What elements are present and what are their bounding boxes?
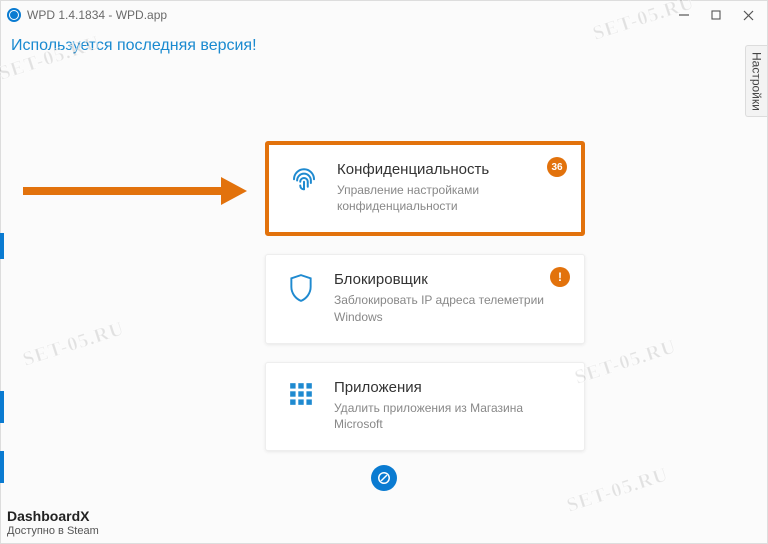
- app-logo-icon: [7, 8, 21, 22]
- status-message: Используется последняя версия!: [1, 29, 767, 69]
- titlebar-left: WPD 1.4.1834 - WPD.app: [7, 8, 167, 22]
- card-title: Приложения: [334, 379, 566, 396]
- minimize-button[interactable]: [677, 8, 691, 22]
- app-logo-large-icon[interactable]: [371, 465, 397, 491]
- sidebar-stripe: [0, 451, 4, 483]
- card-desc: Управление настройками конфиденциальност…: [337, 182, 563, 214]
- cards-column: Конфиденциальность Управление настройкам…: [265, 141, 585, 451]
- card-apps[interactable]: Приложения Удалить приложения из Магазин…: [265, 362, 585, 451]
- shield-icon: [284, 271, 318, 324]
- footer-brand: DashboardX: [7, 508, 99, 526]
- fingerprint-icon: [287, 161, 321, 214]
- count-badge: 36: [547, 157, 567, 177]
- maximize-button[interactable]: [709, 8, 723, 22]
- card-title: Конфиденциальность: [337, 161, 563, 178]
- warning-badge: !: [550, 267, 570, 287]
- main-content: Конфиденциальность Управление настройкам…: [1, 69, 767, 511]
- card-title: Блокировщик: [334, 271, 566, 288]
- card-privacy[interactable]: Конфиденциальность Управление настройкам…: [265, 141, 585, 236]
- close-button[interactable]: [741, 8, 755, 22]
- sidebar-stripe: [0, 391, 4, 423]
- card-text: Блокировщик Заблокировать IP адреса теле…: [334, 271, 566, 324]
- footer-sub: Доступно в Steam: [7, 525, 99, 539]
- annotation-arrow-icon: [23, 173, 247, 209]
- card-text: Конфиденциальность Управление настройкам…: [337, 161, 563, 214]
- card-text: Приложения Удалить приложения из Магазин…: [334, 379, 566, 432]
- card-blocker[interactable]: Блокировщик Заблокировать IP адреса теле…: [265, 254, 585, 343]
- grid-apps-icon: [284, 379, 318, 432]
- card-desc: Заблокировать IP адреса телеметрии Windo…: [334, 292, 566, 324]
- titlebar: WPD 1.4.1834 - WPD.app: [1, 1, 767, 29]
- window-title: WPD 1.4.1834 - WPD.app: [27, 8, 167, 22]
- card-desc: Удалить приложения из Магазина Microsoft: [334, 400, 566, 432]
- window-controls: [677, 8, 755, 22]
- footer: DashboardX Доступно в Steam: [7, 508, 99, 539]
- sidebar-stripe: [0, 233, 4, 259]
